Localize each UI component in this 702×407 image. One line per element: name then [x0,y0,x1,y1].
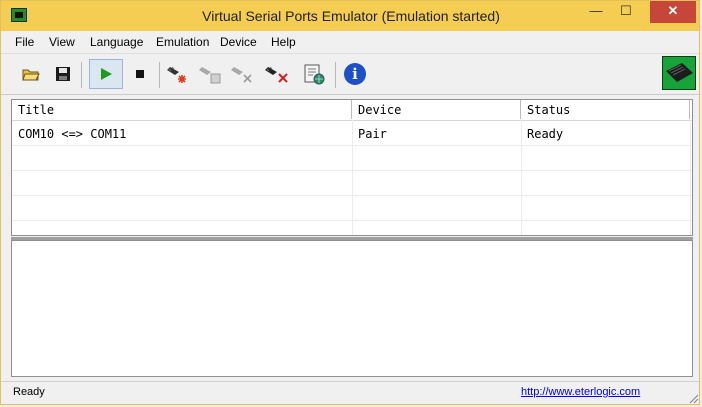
stop-icon [136,70,144,78]
row-device: Pair [358,127,387,141]
toolbar: i [1,53,699,95]
toolbar-separator [159,62,160,88]
status-bar: Ready http://www.eterlogic.com [1,381,699,404]
menu-bar: File View Language Emulation Device Help [1,31,699,53]
info-icon: i [344,63,366,85]
menu-language[interactable]: Language [90,35,143,49]
menu-view[interactable]: View [49,35,75,49]
menu-device[interactable]: Device [220,35,257,49]
open-button[interactable] [19,62,43,86]
save-icon [56,67,70,81]
app-logo [662,56,696,90]
save-button[interactable] [51,62,75,86]
minimize-button[interactable]: — [581,1,611,23]
options-icon [304,64,325,85]
disable-device-icon [231,67,252,83]
list-header: Title Device Status [12,100,692,121]
edit-device-button[interactable] [199,62,223,86]
toolbar-separator [81,62,82,88]
about-button[interactable]: i [343,62,367,86]
menu-file[interactable]: File [15,35,34,49]
row-status: Ready [527,127,564,141]
title-bar[interactable]: Virtual Serial Ports Emulator (Emulation… [1,1,699,31]
menu-emulation[interactable]: Emulation [156,35,209,49]
new-device-button[interactable] [167,62,191,86]
column-header-title[interactable]: Title [12,100,352,119]
new-device-icon [167,66,186,83]
disable-device-button[interactable] [231,62,255,86]
grid-line [521,120,522,235]
serial-device-icon [666,63,693,82]
options-button[interactable] [302,62,326,86]
grid-line [352,120,353,235]
website-link[interactable]: http://www.eterlogic.com [521,386,640,398]
column-header-status[interactable]: Status [521,100,690,119]
row-title: COM10 <=> COM11 [18,127,127,141]
stop-emulation-button[interactable] [128,62,152,86]
status-text: Ready [13,386,45,398]
delete-device-icon [265,66,288,83]
delete-device-button[interactable] [265,62,289,86]
grid-line [690,120,691,235]
maximize-button[interactable]: ☐ [611,1,641,23]
ports-list[interactable]: Title Device Status COM10 <=> COM11 Pair… [11,99,693,236]
start-emulation-button[interactable] [89,59,123,89]
open-folder-icon [22,69,40,81]
toolbar-separator [335,62,336,88]
column-header-device[interactable]: Device [352,100,521,119]
main-window: Virtual Serial Ports Emulator (Emulation… [0,0,700,405]
edit-device-icon [199,67,221,84]
log-panel[interactable] [11,240,693,377]
resize-grip-icon[interactable] [687,392,699,404]
menu-help[interactable]: Help [271,35,296,49]
close-button[interactable]: ✕ [650,1,696,23]
play-icon [101,68,112,80]
